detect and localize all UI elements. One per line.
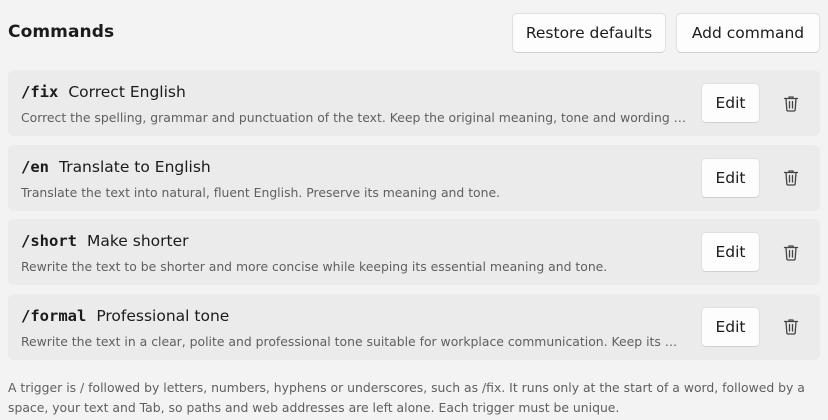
add-command-button[interactable]: Add command (676, 13, 820, 53)
command-description: Rewrite the text in a clear, polite and … (21, 333, 687, 349)
page-title: Commands (8, 22, 115, 42)
command-card-en: /en Translate to English Translate the t… (8, 144, 820, 211)
command-list: /fix Correct English Correct the spellin… (8, 70, 820, 368)
command-trigger: /formal (21, 306, 87, 325)
edit-button-formal[interactable]: Edit (701, 306, 760, 347)
command-header: /fix Correct English (21, 83, 186, 101)
restore-defaults-button[interactable]: Restore defaults (512, 13, 666, 53)
command-header: /short Make shorter (21, 232, 189, 250)
command-header: /en Translate to English (21, 158, 211, 176)
command-name: Translate to English (59, 157, 211, 176)
command-name: Professional tone (96, 306, 230, 325)
commands-header: Commands Restore defaults Add command (0, 0, 828, 64)
command-description: Rewrite the text to be shorter and more … (21, 259, 608, 274)
trash-icon[interactable] (780, 92, 802, 114)
command-trigger: /short (21, 232, 77, 250)
trigger-help-text: A trigger is / followed by letters, numb… (8, 380, 805, 415)
command-card-formal: /formal Professional tone Rewrite the te… (8, 293, 820, 360)
command-card-short: /short Make shorter Rewrite the text to … (8, 219, 820, 285)
trash-icon[interactable] (780, 241, 802, 263)
command-trigger: /fix (21, 83, 59, 101)
command-description: Correct the spelling, grammar and punctu… (21, 110, 687, 125)
command-description: Translate the text into natural, fluent … (21, 184, 501, 200)
command-trigger: /en (21, 157, 49, 176)
command-header: /formal Professional tone (21, 307, 229, 325)
command-name: Make shorter (87, 232, 189, 250)
edit-button-en[interactable]: Edit (701, 157, 760, 198)
trash-icon[interactable] (780, 316, 802, 338)
command-name: Correct English (68, 83, 186, 101)
edit-button-fix[interactable]: Edit (701, 83, 760, 123)
edit-button-short[interactable]: Edit (701, 232, 760, 272)
trash-icon[interactable] (780, 167, 802, 189)
command-card-fix: /fix Correct English Correct the spellin… (8, 70, 820, 136)
